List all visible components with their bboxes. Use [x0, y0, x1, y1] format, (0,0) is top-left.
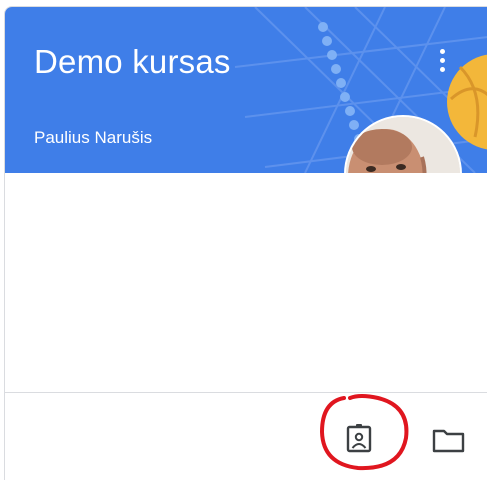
more-vert-icon — [440, 49, 445, 54]
assignment-ind-icon — [346, 424, 372, 453]
teacher-name: Paulius Narušis — [34, 128, 153, 147]
folder-icon — [432, 429, 465, 453]
course-title[interactable]: Demo kursas — [34, 43, 231, 81]
more-vert-icon-dot — [440, 67, 445, 72]
course-card[interactable]: Demo kursas Paulius Narušis — [4, 6, 487, 480]
more-options-button[interactable] — [433, 40, 453, 80]
course-card-footer — [5, 393, 487, 480]
course-card-body — [5, 173, 487, 392]
more-vert-icon-dot — [440, 58, 445, 63]
open-gradebook-button[interactable] — [339, 418, 379, 458]
open-folder-button[interactable] — [428, 419, 468, 459]
